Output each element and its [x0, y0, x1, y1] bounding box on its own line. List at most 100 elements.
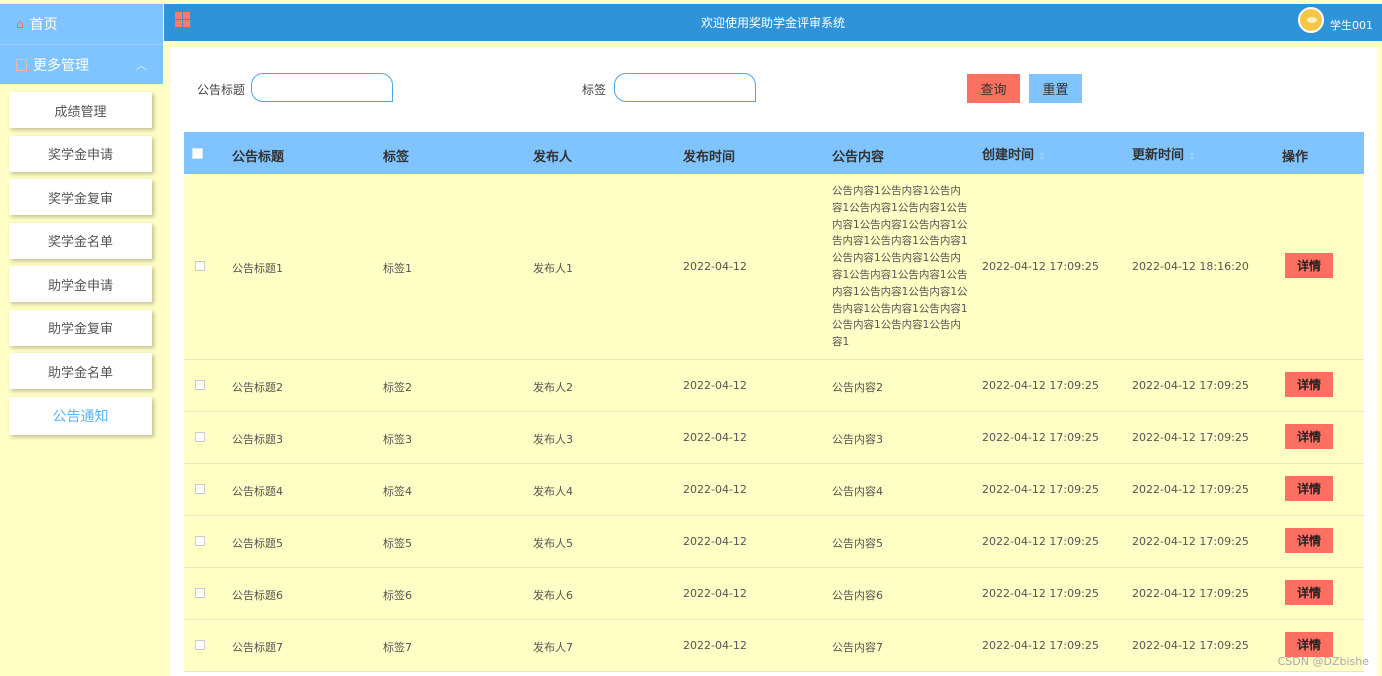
sidebar-group-label: 更多管理	[33, 57, 89, 74]
cell-tag: 标签7	[383, 641, 412, 654]
title-search-input[interactable]	[251, 73, 393, 102]
col-created-wrap[interactable]: 创建时间 ⇕	[982, 144, 1046, 163]
cell-updated: 2022-04-12 17:09:25	[1132, 431, 1249, 444]
cell-tag: 标签2	[383, 381, 412, 394]
cell-tag: 标签5	[383, 537, 412, 550]
cell-author: 发布人4	[533, 485, 573, 498]
cell-author: 发布人3	[533, 433, 573, 446]
cell-date: 2022-04-12	[683, 260, 747, 273]
cell-title: 公告标题2	[232, 381, 283, 394]
avatar[interactable]	[1298, 7, 1324, 33]
cell-title: 公告标题4	[232, 485, 283, 498]
main-panel: 公告标题 标签 查询 重置 公告标题 标签 发布人 发布时间 公告内容 创建时间…	[170, 47, 1378, 676]
cell-tag: 标签1	[383, 262, 412, 275]
cell-content: 公告内容3	[832, 433, 883, 446]
cell-content: 公告内容6	[832, 589, 883, 602]
sidebar-item-grant-apply[interactable]: 助学金申请	[9, 266, 152, 302]
row-checkbox[interactable]	[195, 536, 205, 546]
menu-group-icon	[16, 58, 27, 71]
cell-created: 2022-04-12 17:09:25	[982, 431, 1099, 444]
row-checkbox[interactable]	[195, 588, 205, 598]
cell-date: 2022-04-12	[683, 431, 747, 444]
sidebar-home[interactable]: ⌂ 首页	[0, 4, 163, 44]
cell-content: 公告内容4	[832, 485, 883, 498]
home-icon: ⌂	[16, 17, 24, 31]
select-all-checkbox[interactable]	[192, 148, 203, 159]
sort-icon: ⇕	[1188, 152, 1196, 162]
detail-button[interactable]: 详情	[1285, 632, 1333, 657]
cell-content: 公告内容5	[832, 537, 883, 550]
tag-search-input[interactable]	[614, 73, 756, 102]
sidebar-item-grades[interactable]: 成绩管理	[9, 92, 152, 128]
row-checkbox[interactable]	[195, 261, 205, 271]
cell-title: 公告标题7	[232, 641, 283, 654]
sidebar: ⌂ 首页 更多管理 ︿ 成绩管理 奖学金申请 奖学金复审 奖学金名单 助学金申请…	[0, 4, 163, 676]
cell-tag: 标签4	[383, 485, 412, 498]
col-updated: 更新时间	[1132, 148, 1185, 163]
col-title: 公告标题	[232, 150, 285, 165]
col-updated-wrap[interactable]: 更新时间 ⇕	[1132, 144, 1196, 163]
table-row: 公告标题4 标签4 发布人4 2022-04-12 公告内容4 2022-04-12 17…	[184, 464, 1364, 516]
cell-author: 发布人1	[533, 262, 573, 275]
cell-content: 公告内容7	[832, 641, 883, 654]
row-checkbox[interactable]	[195, 432, 205, 442]
cell-title: 公告标题5	[232, 537, 283, 550]
cell-created: 2022-04-12 17:09:25	[982, 535, 1099, 548]
detail-button[interactable]: 详情	[1285, 528, 1333, 553]
cell-content: 公告内容1公告内容1公告内容1公告内容1公告内容1公告内容1公告内容1公告内容1…	[832, 185, 968, 349]
col-actions: 操作	[1282, 150, 1309, 165]
cell-tag: 标签3	[383, 433, 412, 446]
table-row: 公告标题3 标签3 发布人3 2022-04-12 公告内容3 2022-04-12 17…	[184, 412, 1364, 464]
chevron-up-icon: ︿	[136, 59, 147, 72]
table-row: 公告标题7 标签7 发布人7 2022-04-12 公告内容7 2022-04-12 17…	[184, 620, 1364, 672]
cell-created: 2022-04-12 17:09:25	[982, 260, 1099, 273]
detail-button[interactable]: 详情	[1285, 253, 1333, 278]
row-checkbox[interactable]	[195, 380, 205, 390]
cell-date: 2022-04-12	[683, 639, 747, 652]
cell-title: 公告标题3	[232, 433, 283, 446]
sidebar-item-announcements[interactable]: 公告通知	[9, 396, 152, 435]
user-name[interactable]: 学生001	[1330, 17, 1373, 33]
announcement-table: 公告标题 标签 发布人 发布时间 公告内容 创建时间 ⇕ 更新时间 ⇕ 操作 公告标…	[184, 132, 1364, 672]
sidebar-item-scholarship-apply[interactable]: 奖学金申请	[9, 135, 152, 172]
table-header: 公告标题 标签 发布人 发布时间 公告内容 创建时间 ⇕ 更新时间 ⇕ 操作	[184, 132, 1364, 174]
cell-date: 2022-04-12	[683, 379, 747, 392]
table-row: 公告标题1 标签1 发布人1 2022-04-12 公告内容1公告内容1公告内容1公告内…	[184, 174, 1364, 360]
detail-button[interactable]: 详情	[1285, 424, 1333, 449]
sidebar-item-grant-list[interactable]: 助学金名单	[9, 353, 152, 389]
row-checkbox[interactable]	[195, 640, 205, 650]
cell-title: 公告标题6	[232, 589, 283, 602]
sidebar-group-more[interactable]: 更多管理 ︿	[0, 44, 163, 84]
tag-search-label: 标签	[582, 83, 607, 97]
table-row: 公告标题6 标签6 发布人6 2022-04-12 公告内容6 2022-04-12 17…	[184, 568, 1364, 620]
cell-date: 2022-04-12	[683, 483, 747, 496]
cell-updated: 2022-04-12 17:09:25	[1132, 379, 1249, 392]
sidebar-item-grant-review[interactable]: 助学金复审	[9, 309, 152, 346]
cell-created: 2022-04-12 17:09:25	[982, 587, 1099, 600]
row-checkbox[interactable]	[195, 484, 205, 494]
cell-date: 2022-04-12	[683, 587, 747, 600]
cell-title: 公告标题1	[232, 262, 283, 275]
detail-button[interactable]: 详情	[1285, 372, 1333, 397]
table-body: 公告标题1 标签1 发布人1 2022-04-12 公告内容1公告内容1公告内容1公告内…	[184, 174, 1364, 672]
sidebar-submenu: 成绩管理 奖学金申请 奖学金复审 奖学金名单 助学金申请 助学金复审 助学金名单…	[0, 84, 163, 435]
cell-author: 发布人6	[533, 589, 573, 602]
cell-content: 公告内容2	[832, 381, 883, 394]
watermark: CSDN @DZbishe	[1277, 655, 1369, 668]
reset-button[interactable]: 重置	[1029, 74, 1082, 103]
col-created: 创建时间	[982, 148, 1035, 163]
title-search-label: 公告标题	[197, 83, 246, 97]
col-content: 公告内容	[832, 150, 885, 165]
sidebar-item-scholarship-list[interactable]: 奖学金名单	[9, 222, 152, 259]
detail-button[interactable]: 详情	[1285, 476, 1333, 501]
top-bar: 欢迎使用奖助学金评审系统 学生001	[164, 4, 1382, 41]
cell-author: 发布人7	[533, 641, 573, 654]
sidebar-item-scholarship-review[interactable]: 奖学金复审	[9, 179, 152, 215]
query-button[interactable]: 查询	[967, 74, 1020, 103]
cell-updated: 2022-04-12 17:09:25	[1132, 535, 1249, 548]
cell-date: 2022-04-12	[683, 535, 747, 548]
col-date: 发布时间	[683, 150, 736, 165]
search-bar: 公告标题 标签 查询 重置	[170, 72, 1378, 104]
sort-icon: ⇕	[1038, 152, 1046, 162]
detail-button[interactable]: 详情	[1285, 580, 1333, 605]
